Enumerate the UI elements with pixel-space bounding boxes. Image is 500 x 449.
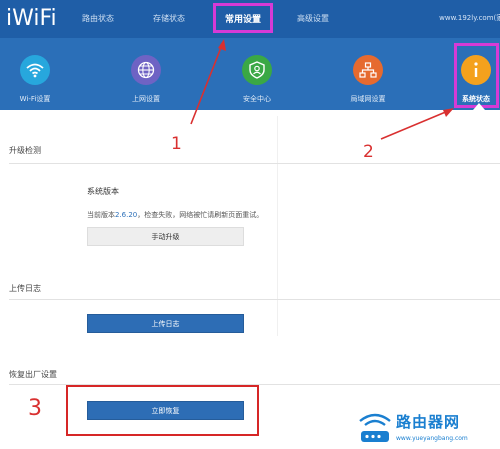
globe-icon xyxy=(131,55,161,85)
header-bar: iWiFi 路由状态 存储状态 常用设置 高级设置 www.192ly.com(… xyxy=(0,0,500,110)
wifi-icon xyxy=(20,55,50,85)
tab-router-status[interactable]: 路由状态 xyxy=(82,13,114,24)
func-wifi-settings[interactable]: Wi-Fi设置 xyxy=(0,55,70,104)
active-pointer xyxy=(473,103,485,110)
func-label-lan: 局域网设置 xyxy=(350,95,386,103)
system-version-label: 系统版本 xyxy=(87,187,119,196)
watermark-title: 路由器网 xyxy=(396,413,461,431)
tab-advanced-settings[interactable]: 高级设置 xyxy=(297,13,329,24)
highlight-box-system-status xyxy=(454,43,499,108)
content-divider-vertical xyxy=(266,116,278,336)
divider xyxy=(9,163,500,164)
version-number: 2.6.20 xyxy=(115,211,138,219)
func-security-center[interactable]: 安全中心 xyxy=(222,55,292,104)
version-prefix: 当前版本 xyxy=(87,211,115,219)
domain-text: www.192ly.com(家) xyxy=(439,14,500,22)
watermark-url: www.yueyangbang.com xyxy=(396,435,468,442)
highlight-box-restore xyxy=(66,385,259,436)
version-message: 当前版本2.6.20，检查失败，网络被忙请刷新页面重试。 xyxy=(87,210,263,220)
func-label-security: 安全中心 xyxy=(243,95,271,103)
highlight-box-tab xyxy=(213,3,273,33)
shield-icon xyxy=(242,55,272,85)
network-icon xyxy=(353,55,383,85)
section-title-reset: 恢复出厂设置 xyxy=(9,370,57,379)
func-label-wifi: Wi-Fi设置 xyxy=(19,95,51,103)
divider xyxy=(9,299,500,300)
tab-storage-status[interactable]: 存储状态 xyxy=(153,13,185,24)
version-suffix: ，检查失败，网络被忙请刷新页面重试。 xyxy=(137,211,264,219)
router-admin-page: iWiFi 路由状态 存储状态 常用设置 高级设置 www.192ly.com(… xyxy=(0,0,500,449)
annotation-number-1: 1 xyxy=(171,134,182,154)
logo: iWiFi xyxy=(6,6,57,31)
annotation-number-3: 3 xyxy=(28,396,42,421)
annotation-number-2: 2 xyxy=(363,142,374,162)
upload-log-button[interactable]: 上传日志 xyxy=(87,314,244,333)
manual-upgrade-button[interactable]: 手动升级 xyxy=(87,227,244,246)
func-lan-settings[interactable]: 局域网设置 xyxy=(333,55,403,104)
section-title-log: 上传日志 xyxy=(9,284,41,293)
func-label-internet: 上网设置 xyxy=(132,95,160,103)
func-internet-settings[interactable]: 上网设置 xyxy=(111,55,181,104)
router-logo-icon xyxy=(359,413,391,442)
watermark: 路由器网 www.yueyangbang.com xyxy=(354,405,500,449)
section-title-upgrade: 升级检测 xyxy=(9,146,41,155)
